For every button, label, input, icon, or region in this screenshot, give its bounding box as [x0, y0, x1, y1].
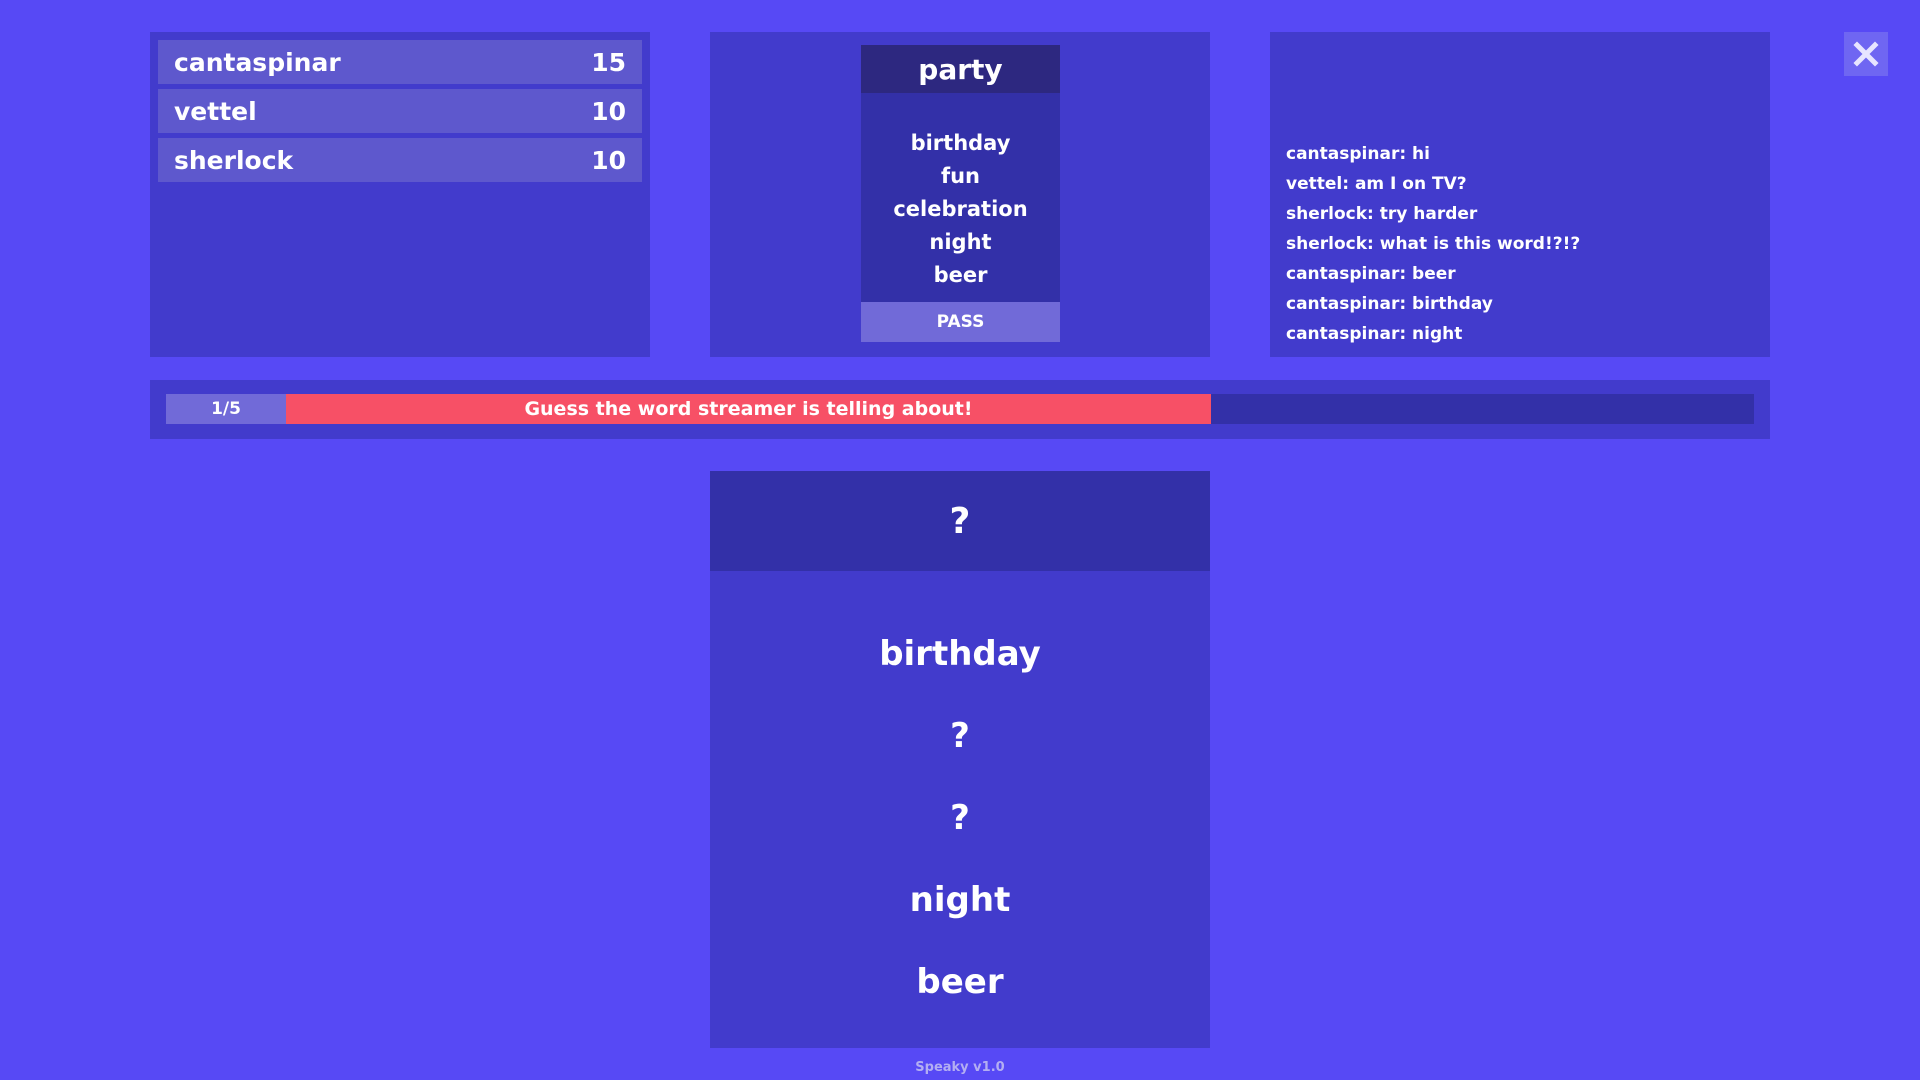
- player-score: 15: [591, 47, 626, 77]
- progress-track: 1/5 Guess the word streamer is telling a…: [166, 394, 1754, 424]
- progress-message: Guess the word streamer is telling about…: [524, 398, 973, 420]
- leaderboard-row: vettel 10: [158, 89, 642, 133]
- card-word-title: party: [861, 45, 1060, 93]
- player-score: 10: [591, 96, 626, 126]
- revealed-hint-list: birthday ? ? night beer: [710, 571, 1210, 1048]
- card-hint-list: birthday fun celebration night beer: [861, 93, 1060, 323]
- chat-message: sherlock: try harder: [1286, 204, 1478, 224]
- card-hint: birthday: [910, 130, 1011, 155]
- revealed-hint: birthday: [879, 634, 1041, 674]
- chat-message: cantaspinar: beer: [1286, 264, 1456, 284]
- player-name: cantaspinar: [174, 47, 341, 77]
- chat-message: cantaspinar: night: [1286, 324, 1463, 344]
- leaderboard-row: cantaspinar 15: [158, 40, 642, 84]
- revealed-hint: ?: [950, 798, 970, 838]
- revealed-hint: night: [909, 880, 1011, 920]
- chat-message: sherlock: what is this word!?!?: [1286, 234, 1581, 254]
- player-name: sherlock: [174, 145, 294, 175]
- chat-panel: cantaspinar: hi vettel: am I on TV? sher…: [1270, 32, 1770, 357]
- round-counter: 1/5: [166, 394, 286, 424]
- card-hint: night: [929, 229, 992, 254]
- leaderboard-panel: cantaspinar 15 vettel 10 sherlock 10: [150, 32, 650, 357]
- player-name: vettel: [174, 96, 257, 126]
- card-hint: fun: [940, 163, 981, 188]
- close-button[interactable]: [1844, 32, 1888, 76]
- word-card-panel: party birthday fun celebration night bee…: [710, 32, 1210, 357]
- revealed-hint: beer: [916, 962, 1004, 1002]
- round-progress-panel: 1/5 Guess the word streamer is telling a…: [150, 380, 1770, 439]
- leaderboard-row: sherlock 10: [158, 138, 642, 182]
- chat-message: vettel: am I on TV?: [1286, 174, 1467, 194]
- chat-message: cantaspinar: hi: [1286, 144, 1430, 164]
- pass-button[interactable]: PASS: [861, 302, 1060, 342]
- guess-reveal-panel: ? birthday ? ? night beer: [710, 471, 1210, 1048]
- chat-message: cantaspinar: birthday: [1286, 294, 1493, 314]
- revealed-hint: ?: [950, 716, 970, 756]
- hidden-word: ?: [710, 471, 1210, 571]
- card-hint: beer: [933, 262, 988, 287]
- player-score: 10: [591, 145, 626, 175]
- app-version: Speaky v1.0: [915, 1060, 1005, 1075]
- close-icon: [1853, 41, 1879, 67]
- card-hint: celebration: [893, 196, 1028, 221]
